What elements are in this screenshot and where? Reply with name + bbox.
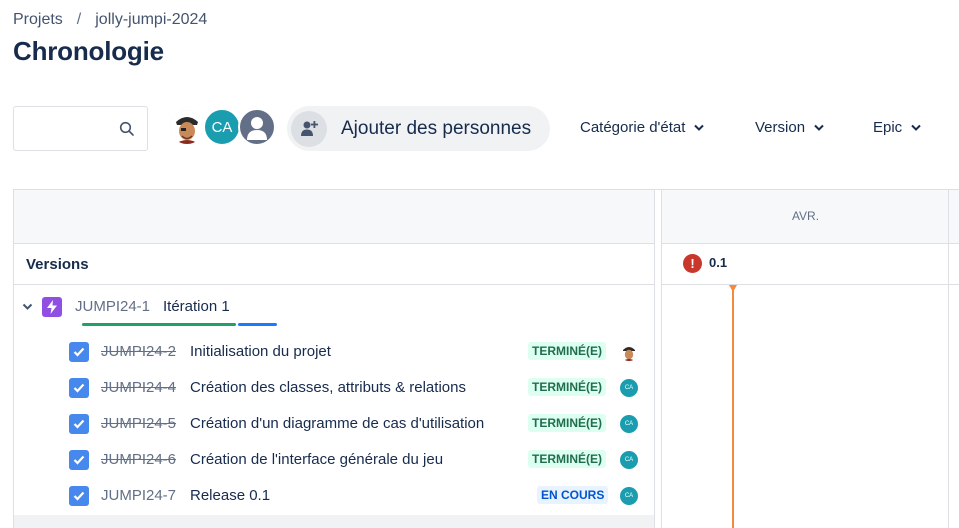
add-person-icon xyxy=(291,110,327,147)
assignee-avatar[interactable] xyxy=(620,343,638,361)
avatar-initials: CA xyxy=(211,118,233,136)
epic-progress-bar xyxy=(82,323,277,326)
today-line xyxy=(732,285,734,528)
issue-key[interactable]: JUMPI24-2 xyxy=(101,343,176,360)
issue-summary[interactable]: Création des classes, attributs & relati… xyxy=(190,379,466,396)
assignee-avatar[interactable]: CA xyxy=(620,487,638,505)
task-checkbox-icon xyxy=(69,378,89,398)
issue-row[interactable]: JUMPI24-4 Création des classes, attribut… xyxy=(14,370,654,406)
timeline-chart-panel: AVR. ! 0.1 xyxy=(662,190,959,528)
chevron-down-icon xyxy=(814,124,824,131)
breadcrumb-projects-link[interactable]: Projets xyxy=(13,11,63,29)
versions-row: Versions xyxy=(14,244,654,285)
task-checkbox-icon xyxy=(69,450,89,470)
avatar-user-ca[interactable]: CA xyxy=(203,108,241,146)
search-field[interactable] xyxy=(13,106,148,151)
issue-key[interactable]: JUMPI24-5 xyxy=(101,415,176,432)
assignee-avatar[interactable]: CA xyxy=(620,451,638,469)
task-checkbox-icon xyxy=(69,414,89,434)
status-lozenge[interactable]: TERMINÉ(E) xyxy=(528,342,606,360)
epic-filter[interactable]: Epic xyxy=(873,119,921,136)
person-icon xyxy=(247,117,267,140)
epic-lightning-icon xyxy=(42,297,62,317)
issue-row[interactable]: JUMPI24-6 Création de l'interface généra… xyxy=(14,442,654,478)
status-lozenge[interactable]: EN COURS xyxy=(537,486,609,504)
search-input[interactable] xyxy=(14,107,109,150)
issue-key[interactable]: JUMPI24-7 xyxy=(101,487,176,504)
filter-label: Epic xyxy=(873,119,903,136)
status-lozenge[interactable]: TERMINÉ(E) xyxy=(528,378,606,396)
status-lozenge[interactable]: TERMINÉ(E) xyxy=(528,450,606,468)
issue-summary[interactable]: Release 0.1 xyxy=(190,487,270,504)
breadcrumb: Projets / jolly-jumpi-2024 xyxy=(13,11,207,29)
version-marker-row: ! 0.1 xyxy=(662,244,959,285)
epic-key[interactable]: JUMPI24-1 xyxy=(75,298,150,315)
list-header xyxy=(14,190,654,244)
epic-summary[interactable]: Itération 1 xyxy=(163,298,230,315)
issue-summary[interactable]: Initialisation du projet xyxy=(190,343,331,360)
assignee-avatar[interactable]: CA xyxy=(620,415,638,433)
month-label: AVR. xyxy=(791,209,820,223)
progress-done-segment xyxy=(82,323,236,326)
timeline-list-panel: Versions JUMPI24-1 Itération 1 JUMPI24-2… xyxy=(14,190,654,528)
issue-key[interactable]: JUMPI24-4 xyxy=(101,379,176,396)
add-people-button[interactable]: Ajouter des personnes xyxy=(287,106,550,151)
issue-row[interactable]: JUMPI24-2 Initialisation du projet TERMI… xyxy=(14,334,654,370)
month-separator xyxy=(948,190,949,528)
search-icon[interactable] xyxy=(119,121,135,137)
panel-resize-handle[interactable] xyxy=(654,190,662,528)
pirate-avatar-icon xyxy=(170,110,204,144)
issue-key[interactable]: JUMPI24-6 xyxy=(101,451,176,468)
issue-summary[interactable]: Création de l'interface générale du jeu xyxy=(190,451,443,468)
page-title: Chronologie xyxy=(13,36,164,66)
breadcrumb-project-link[interactable]: jolly-jumpi-2024 xyxy=(95,11,207,29)
pirate-avatar-icon xyxy=(620,343,638,361)
warning-icon[interactable]: ! xyxy=(683,254,702,273)
task-checkbox-icon xyxy=(69,486,89,506)
breadcrumb-separator: / xyxy=(76,11,82,28)
add-people-label: Ajouter des personnes xyxy=(341,117,532,139)
filter-label: Catégorie d'état xyxy=(580,119,686,136)
progress-inprogress-segment xyxy=(238,323,277,326)
month-header: AVR. xyxy=(662,190,959,244)
assignee-avatar[interactable]: CA xyxy=(620,379,638,397)
list-footer xyxy=(14,515,654,528)
issue-row[interactable]: JUMPI24-7 Release 0.1 EN COURS CA xyxy=(14,478,654,514)
epic-row[interactable]: JUMPI24-1 Itération 1 xyxy=(14,286,654,332)
status-category-filter[interactable]: Catégorie d'état xyxy=(580,119,705,136)
avatar-user-unassigned[interactable] xyxy=(238,108,276,146)
avatar-user-pirate[interactable] xyxy=(168,108,206,146)
status-lozenge[interactable]: TERMINÉ(E) xyxy=(528,414,606,432)
filter-label: Version xyxy=(755,119,806,136)
chevron-down-icon xyxy=(911,124,921,131)
issue-summary[interactable]: Création d'un diagramme de cas d'utilisa… xyxy=(190,415,484,432)
issue-row[interactable]: JUMPI24-5 Création d'un diagramme de cas… xyxy=(14,406,654,442)
chevron-down-icon xyxy=(694,124,705,131)
timeline-grid: Versions JUMPI24-1 Itération 1 JUMPI24-2… xyxy=(13,189,959,528)
chevron-down-icon[interactable] xyxy=(22,303,33,311)
version-label[interactable]: 0.1 xyxy=(709,255,727,270)
task-checkbox-icon xyxy=(69,342,89,362)
version-filter[interactable]: Version xyxy=(755,119,824,136)
